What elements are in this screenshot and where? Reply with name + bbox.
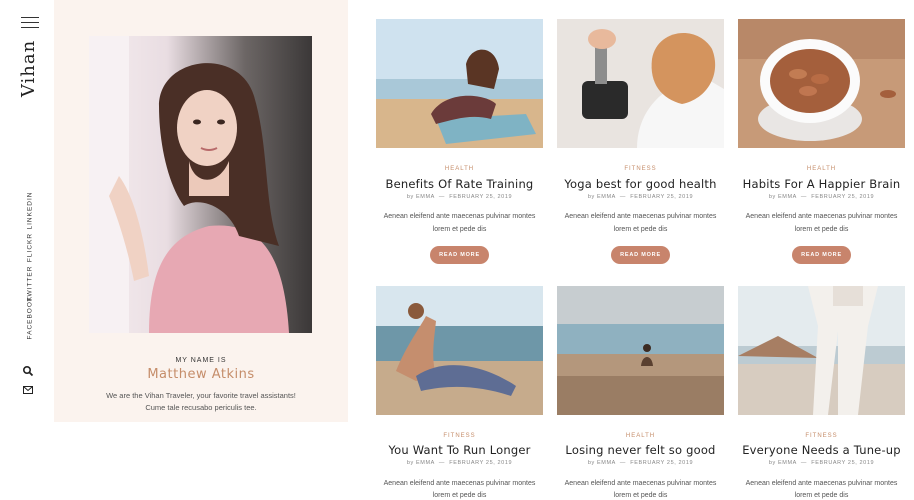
post-date: FEBRUARY 25, 2019: [630, 460, 694, 466]
post-title[interactable]: You Want To Run Longer: [371, 443, 548, 457]
post-title[interactable]: Habits For A Happier Brain: [733, 177, 910, 191]
post-image[interactable]: [376, 286, 543, 415]
post-author[interactable]: EMMA: [416, 194, 435, 200]
post-card: FITNESS You Want To Run Longer by EMMA —…: [376, 286, 543, 499]
social-label: LINKEDIN: [26, 191, 34, 230]
post-date: FEBRUARY 25, 2019: [449, 194, 513, 200]
read-more-button[interactable]: READ MORE: [792, 246, 851, 264]
post-card: HEALTH Benefits Of Rate Training by EMMA…: [376, 19, 543, 264]
meta-by: by: [406, 194, 414, 200]
post-date: FEBRUARY 25, 2019: [449, 460, 513, 466]
post-title[interactable]: Everyone Needs a Tune-up: [733, 443, 910, 457]
post-card: FITNESS Everyone Needs a Tune-up by EMMA…: [738, 286, 905, 499]
post-image[interactable]: [738, 286, 905, 415]
post-excerpt: lorem et pede dis: [432, 492, 487, 499]
post-excerpt: Aenean eleifend ante maecenas pulvinar m…: [564, 213, 717, 220]
post-meta: by EMMA — FEBRUARY 25, 2019: [406, 460, 513, 466]
profile-bio-line: Cume tale recusabo periculis tee.: [145, 403, 257, 412]
post-excerpt: Aenean eleifend ante maecenas pulvinar m…: [383, 213, 536, 220]
social-link-facebook[interactable]: FACEBOOK: [22, 295, 38, 340]
post-image[interactable]: [738, 19, 905, 148]
social-label: FACEBOOK: [26, 295, 34, 340]
post-category[interactable]: FITNESS: [738, 433, 905, 439]
post-date: FEBRUARY 25, 2019: [630, 194, 694, 200]
post-author[interactable]: EMMA: [597, 460, 616, 466]
read-more-button[interactable]: READ MORE: [430, 246, 489, 264]
search-icon[interactable]: [22, 365, 34, 377]
social-link-linkedin[interactable]: LINKEDIN: [22, 191, 38, 230]
post-image[interactable]: [376, 19, 543, 148]
left-rail: Vihan LINKEDIN FLICKR TWITTER FACEBOOK: [0, 0, 54, 500]
post-meta: by EMMA — FEBRUARY 25, 2019: [587, 194, 694, 200]
post-meta: by EMMA — FEBRUARY 25, 2019: [406, 194, 513, 200]
social-links: LINKEDIN FLICKR TWITTER FACEBOOK: [22, 191, 38, 346]
post-excerpt: lorem et pede dis: [613, 492, 668, 499]
post-author[interactable]: EMMA: [778, 194, 797, 200]
social-label: FLICKR: [26, 232, 34, 263]
brand-name: Vihan: [18, 39, 40, 98]
post-card: HEALTH Losing never felt so good by EMMA…: [557, 286, 724, 499]
post-date: FEBRUARY 25, 2019: [811, 194, 875, 200]
post-excerpt: lorem et pede dis: [613, 226, 668, 233]
post-image[interactable]: [557, 19, 724, 148]
meta-by: by: [587, 194, 595, 200]
profile-bio-line: We are the Vihan Traveler, your favorite…: [106, 391, 296, 400]
post-meta: by EMMA — FEBRUARY 25, 2019: [587, 460, 694, 466]
post-author[interactable]: EMMA: [416, 460, 435, 466]
post-title[interactable]: Benefits Of Rate Training: [371, 177, 548, 191]
meta-by: by: [768, 194, 776, 200]
post-category[interactable]: HEALTH: [738, 166, 905, 172]
meta-by: by: [768, 460, 776, 466]
post-image[interactable]: [557, 286, 724, 415]
post-date: FEBRUARY 25, 2019: [811, 460, 875, 466]
read-more-button[interactable]: READ MORE: [611, 246, 670, 264]
post-card: HEALTH Habits For A Happier Brain by EMM…: [738, 19, 905, 264]
mail-icon[interactable]: [22, 384, 34, 396]
hamburger-menu-icon[interactable]: [21, 17, 39, 29]
post-category[interactable]: FITNESS: [376, 433, 543, 439]
profile-panel: MY NAME IS Matthew Atkins We are the Vih…: [54, 0, 348, 422]
post-author[interactable]: EMMA: [597, 194, 616, 200]
post-author[interactable]: EMMA: [778, 460, 797, 466]
name-label: MY NAME IS: [175, 357, 227, 364]
profile-photo: [89, 36, 312, 333]
post-category[interactable]: FITNESS: [557, 166, 724, 172]
post-meta: by EMMA — FEBRUARY 25, 2019: [768, 460, 875, 466]
post-excerpt: lorem et pede dis: [794, 492, 849, 499]
post-excerpt: Aenean eleifend ante maecenas pulvinar m…: [745, 213, 898, 220]
post-category[interactable]: HEALTH: [557, 433, 724, 439]
post-title[interactable]: Yoga best for good health: [552, 177, 729, 191]
meta-by: by: [587, 460, 595, 466]
post-category[interactable]: HEALTH: [376, 166, 543, 172]
brand-logo[interactable]: Vihan: [6, 39, 50, 98]
post-meta: by EMMA — FEBRUARY 25, 2019: [768, 194, 875, 200]
post-excerpt: lorem et pede dis: [432, 226, 487, 233]
post-title[interactable]: Losing never felt so good: [552, 443, 729, 457]
post-card: FITNESS Yoga best for good health by EMM…: [557, 19, 724, 264]
post-excerpt: lorem et pede dis: [794, 226, 849, 233]
social-link-flickr[interactable]: FLICKR: [22, 232, 38, 266]
meta-by: by: [406, 460, 414, 466]
profile-name: Matthew Atkins: [147, 367, 255, 382]
